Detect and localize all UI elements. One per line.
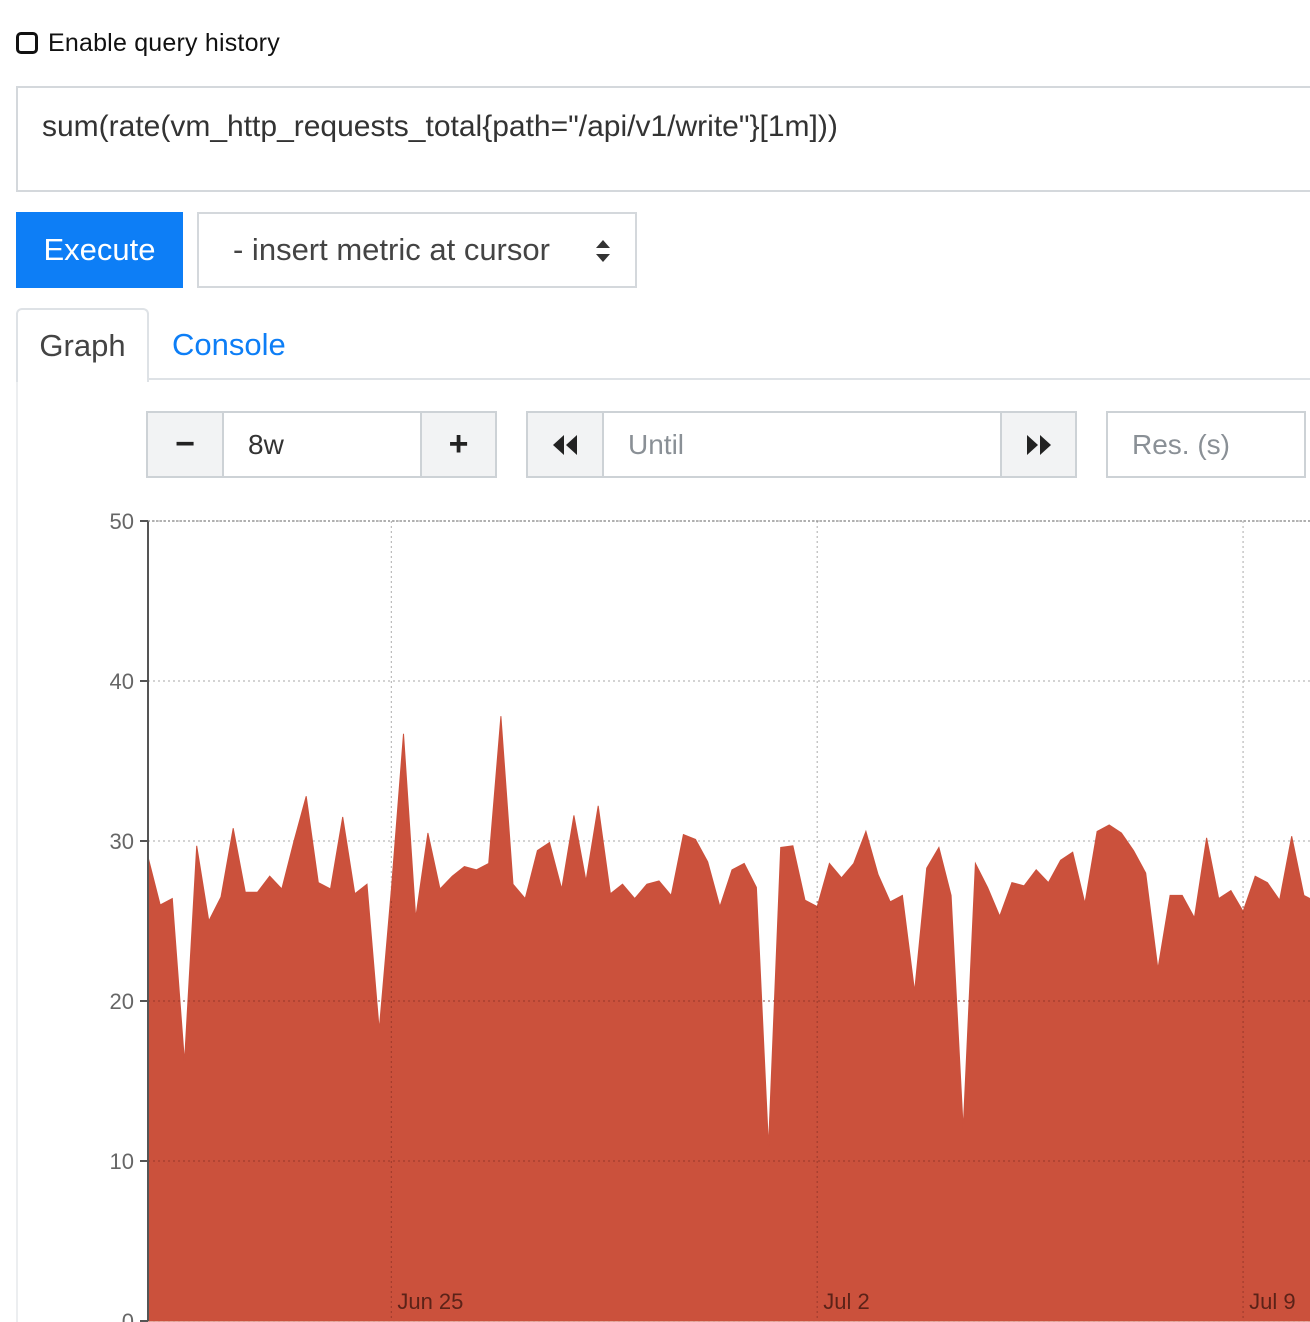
rewind-icon: [553, 434, 577, 455]
sort-arrows-icon: [596, 240, 610, 262]
insert-metric-select-value: - insert metric at cursor: [233, 232, 550, 267]
fast-forward-icon: [1026, 434, 1051, 455]
query-history-toggle[interactable]: Enable query history: [16, 26, 280, 60]
until-input[interactable]: Until: [602, 411, 1002, 478]
series-area: [147, 716, 1310, 1322]
y-tick-label: 50: [110, 509, 134, 534]
x-tick-label: Jun 25: [397, 1289, 463, 1314]
range-decrease-button[interactable]: −: [146, 411, 224, 478]
y-tick-label: 20: [110, 989, 134, 1014]
y-tick-label: 0: [122, 1309, 134, 1322]
expression-input[interactable]: sum(rate(vm_http_requests_total{path="/a…: [16, 86, 1310, 192]
resolution-input[interactable]: Res. (s): [1106, 411, 1306, 478]
x-tick-label: Jul 9: [1249, 1289, 1295, 1314]
tab-graph[interactable]: Graph: [16, 308, 149, 382]
graph-chart[interactable]: 0 10 20 30 40 50 Jun 25 Jul 2 Jul 9: [0, 500, 1310, 1322]
query-history-checkbox[interactable]: [16, 32, 38, 54]
tab-console[interactable]: Console: [172, 308, 286, 382]
y-tick-label: 30: [110, 829, 134, 854]
x-tick-label: Jul 2: [823, 1289, 869, 1314]
query-history-label: Enable query history: [48, 28, 280, 57]
until-forward-button[interactable]: [1000, 411, 1077, 478]
range-increase-button[interactable]: +: [420, 411, 497, 478]
tabs-divider: [149, 378, 1310, 380]
until-back-button[interactable]: [526, 411, 604, 478]
range-input[interactable]: 8w: [222, 411, 422, 478]
y-tick-label: 40: [110, 669, 134, 694]
y-tick-label: 10: [110, 1149, 134, 1174]
execute-button[interactable]: Execute: [16, 212, 183, 288]
insert-metric-select[interactable]: - insert metric at cursor: [197, 212, 637, 288]
